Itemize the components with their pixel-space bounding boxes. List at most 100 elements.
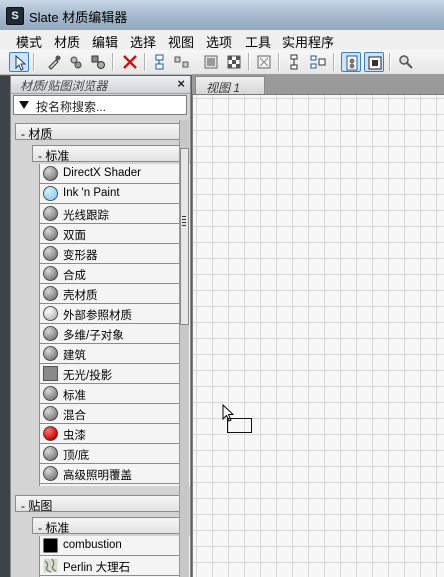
material-item[interactable]: 双面	[40, 224, 189, 244]
put-to-scene-button[interactable]	[88, 52, 108, 72]
drag-preview-box	[227, 418, 252, 433]
select-tool-button[interactable]	[9, 52, 29, 72]
material-item-label: 标准	[63, 390, 86, 402]
splitter-grip[interactable]	[182, 216, 186, 226]
material-item[interactable]: 高级照明覆盖	[40, 464, 189, 484]
menu-tools[interactable]: 工具	[243, 32, 273, 51]
menu-utilities[interactable]: 实用程序	[280, 32, 336, 51]
material-item-label: 双面	[63, 230, 86, 242]
show-end-result-icon	[368, 56, 382, 70]
gray-sphere-swatch-icon	[43, 206, 58, 221]
layout-button[interactable]	[150, 52, 170, 72]
checker-icon	[227, 55, 241, 69]
search-placeholder: 按名称搜索...	[36, 100, 107, 114]
light-blue-sphere-swatch-icon	[43, 186, 58, 201]
subgroup-maps-standard[interactable]: - 标准	[32, 517, 187, 535]
material-item[interactable]: 光线跟踪	[40, 204, 189, 224]
node-view-canvas[interactable]	[192, 95, 444, 577]
material-item[interactable]: 外部参照材质	[40, 304, 189, 324]
black-square-swatch-icon	[43, 538, 58, 553]
gray-sphere-swatch-icon	[43, 406, 58, 421]
red-sphere-swatch-icon	[43, 426, 58, 441]
material-item[interactable]: 壳材质	[40, 284, 189, 304]
material-item-label: 混合	[63, 410, 86, 422]
gray-sphere-swatch-icon	[43, 266, 58, 281]
material-item[interactable]: Ink 'n Paint	[40, 184, 189, 204]
gray-sphere-swatch-icon	[43, 386, 58, 401]
toolbar	[0, 50, 444, 75]
gray-sphere-swatch-icon	[43, 346, 58, 361]
material-item[interactable]: 无光/投影	[40, 364, 189, 384]
map-item[interactable]: combustion	[40, 536, 189, 556]
search-options-icon[interactable]	[19, 101, 29, 109]
group-materials-label: - 材质	[21, 127, 53, 141]
material-item-label: 壳材质	[63, 290, 98, 302]
material-item-label: 顶/底	[63, 450, 90, 462]
gray-sphere-swatch-icon	[43, 226, 58, 241]
browser-scroll-thumb[interactable]	[180, 148, 189, 325]
subgroup-standard[interactable]: - 标准	[32, 145, 187, 163]
menu-edit[interactable]: 编辑	[90, 32, 120, 51]
map-item[interactable]: Perlin 大理石	[40, 556, 189, 576]
move-children-button[interactable]	[284, 52, 304, 72]
material-item-label: 光线跟踪	[63, 210, 109, 222]
material-item[interactable]: 虫漆	[40, 424, 189, 444]
subgroup-maps-standard-label: - 标准	[38, 521, 70, 535]
select-arrow-icon	[15, 55, 27, 71]
layout-children-icon	[174, 56, 189, 68]
maps-list: combustion Perlin 大理石	[39, 536, 190, 577]
hide-slots-button[interactable]	[308, 52, 328, 72]
search-node-button[interactable]	[396, 52, 416, 72]
material-item[interactable]: 标准	[40, 384, 189, 404]
gray-sphere-swatch-icon	[43, 286, 58, 301]
material-item-label: 高级照明覆盖	[63, 470, 132, 482]
map-item-label: Perlin 大理石	[63, 562, 131, 574]
gray-sphere-swatch-icon	[43, 166, 58, 181]
material-item[interactable]: 建筑	[40, 344, 189, 364]
material-item[interactable]: 混合	[40, 404, 189, 424]
tab-view-1[interactable]: 视图 1	[195, 76, 265, 95]
put-to-scene-icon	[91, 55, 105, 69]
material-map-browser: 材质/贴图浏览器 × 按名称搜索... - 材质 - 标准 DirectX Sh…	[10, 76, 191, 577]
menu-material[interactable]: 材质	[52, 32, 82, 51]
tab-view-1-label: 视图 1	[206, 81, 241, 95]
delete-icon	[123, 55, 137, 69]
material-item[interactable]: 多维/子对象	[40, 324, 189, 344]
material-item[interactable]: DirectX Shader	[40, 164, 189, 184]
title-bar: S Slate 材质编辑器	[0, 0, 444, 31]
material-item-label: 虫漆	[63, 430, 86, 442]
gray-sphere-swatch-icon	[43, 446, 58, 461]
material-item-label: Ink 'n Paint	[63, 187, 120, 199]
pick-material-icon	[70, 56, 82, 69]
material-item[interactable]: 顶/底	[40, 444, 189, 464]
node-icon	[204, 55, 218, 69]
eyedropper-button[interactable]	[44, 52, 64, 72]
menu-bar: 模式 材质 编辑 选择 视图 选项 工具 实用程序	[0, 30, 444, 51]
menu-mode[interactable]: 模式	[14, 32, 44, 51]
node-button[interactable]	[201, 52, 221, 72]
search-node-icon	[399, 55, 413, 69]
app-logo-icon[interactable]: S	[6, 7, 24, 25]
background-button[interactable]	[254, 52, 274, 72]
menu-view[interactable]: 视图	[166, 32, 196, 51]
layout-children-button[interactable]	[172, 52, 192, 72]
window-title: Slate 材质编辑器	[29, 10, 128, 25]
subgroup-standard-label: - 标准	[38, 149, 70, 163]
material-item[interactable]: 合成	[40, 264, 189, 284]
group-materials[interactable]: - 材质	[15, 123, 187, 141]
group-maps[interactable]: - 贴图	[15, 495, 187, 513]
menu-options[interactable]: 选项	[204, 32, 234, 51]
show-end-result-button[interactable]	[364, 52, 384, 72]
search-field[interactable]: 按名称搜索...	[13, 95, 187, 115]
gray-sphere-swatch-icon	[43, 326, 58, 341]
material-item[interactable]: 变形器	[40, 244, 189, 264]
browser-title-bar[interactable]: 材质/贴图浏览器 ×	[11, 76, 190, 94]
delete-button[interactable]	[120, 52, 140, 72]
white-sphere-swatch-icon	[43, 306, 58, 321]
close-icon[interactable]: ×	[177, 76, 185, 91]
material-item-label: 合成	[63, 270, 86, 282]
show-map-button[interactable]	[341, 52, 361, 72]
menu-select[interactable]: 选择	[128, 32, 158, 51]
checker-button[interactable]	[224, 52, 244, 72]
pick-material-button[interactable]	[66, 52, 86, 72]
